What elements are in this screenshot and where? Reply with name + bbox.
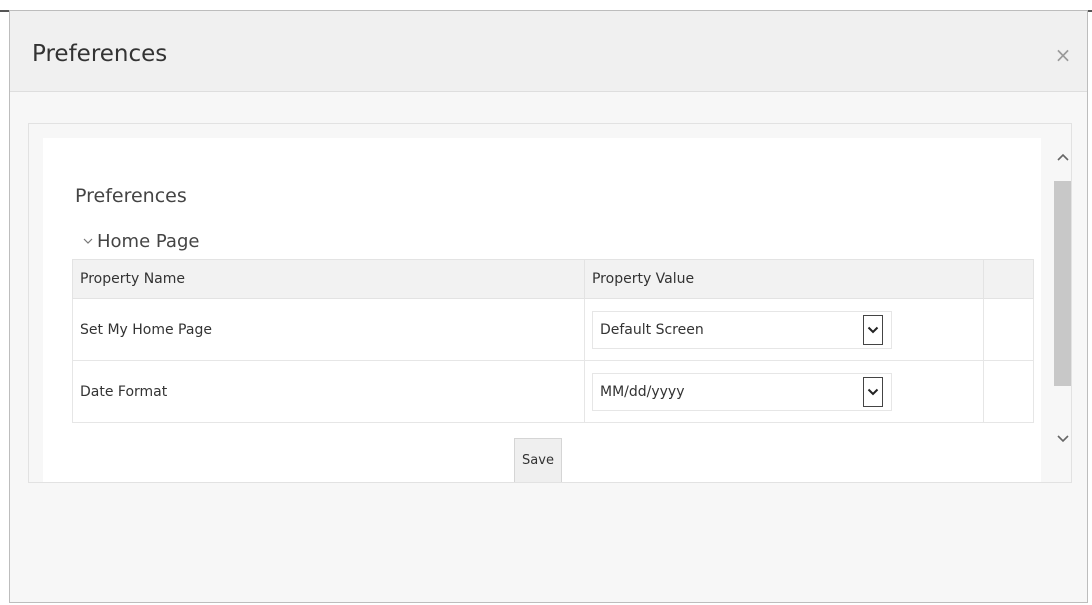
select-value: MM/dd/yyyy [599,383,685,400]
property-value-cell: Default Screen [583,298,984,361]
close-icon[interactable]: × [1053,45,1073,65]
chevron-down-icon[interactable] [862,314,883,345]
chevron-down-icon[interactable] [862,376,883,407]
table-row: Date Format MM/dd/yyyy [72,360,1035,423]
table-header-row: Property Name Property Value [72,259,1035,299]
property-name-cell: Set My Home Page [72,298,585,361]
date-format-select[interactable]: MM/dd/yyyy [591,372,892,411]
blank-cell [982,298,1035,361]
dialog-title: Preferences [32,41,168,67]
properties-table: Property Name Property Value Set My Home… [72,259,1035,423]
column-header-blank [982,259,1035,299]
preferences-panel: Preferences Home Page Property Name Prop… [43,138,1041,482]
chevron-up-icon[interactable] [1054,146,1071,168]
property-name-cell: Date Format [72,360,585,423]
home-page-select[interactable]: Default Screen [591,310,892,349]
column-header-property-value: Property Value [583,259,984,299]
dialog-header: Preferences × [10,11,1087,92]
chevron-down-icon[interactable] [1054,428,1071,450]
content-frame: Preferences Home Page Property Name Prop… [28,123,1072,483]
scrollbar-thumb[interactable] [1054,181,1071,386]
home-page-group-toggle[interactable]: Home Page [83,231,199,252]
vertical-scrollbar[interactable] [1054,138,1071,482]
preferences-dialog: Preferences × Preferences Home Page Prop… [9,10,1088,603]
table-row: Set My Home Page Default Screen [72,298,1035,361]
select-value: Default Screen [599,321,704,338]
property-value-cell: MM/dd/yyyy [583,360,984,423]
section-title: Preferences [75,185,187,207]
group-label: Home Page [97,231,200,252]
column-header-property-name: Property Name [72,259,585,299]
save-button[interactable]: Save [514,438,562,482]
blank-cell [982,360,1035,423]
chevron-down-icon [83,235,93,248]
